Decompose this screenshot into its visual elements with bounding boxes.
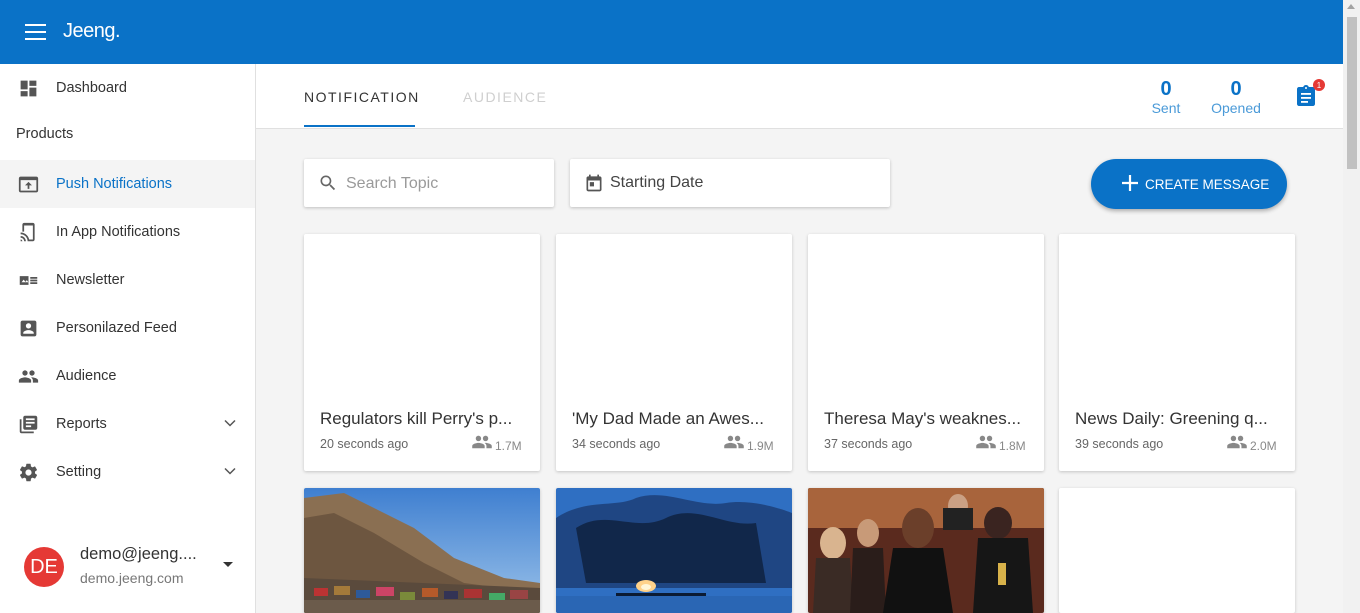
cast-icon	[20, 222, 35, 242]
notification-card[interactable]: 'My Dad Made an Awes... 34 seconds ago 1…	[556, 234, 792, 471]
create-message-button[interactable]: CREATE MESSAGE	[1091, 159, 1287, 209]
opened-count: 0	[1230, 78, 1242, 100]
contact-card-icon	[20, 320, 37, 337]
notification-card[interactable]	[1059, 488, 1295, 613]
card-time: 37 seconds ago	[824, 437, 913, 451]
user-account[interactable]: DE demo@jeeng.... demo.jeeng.com	[0, 530, 255, 613]
burning-ship-photo	[556, 488, 792, 613]
notification-card[interactable]	[304, 488, 540, 613]
tabs-bar: NOTIFICATION AUDIENCE 0 Sent 0 Opened 1	[256, 64, 1343, 129]
notification-card[interactable]: Regulators kill Perry's p... 20 seconds …	[304, 234, 540, 471]
sidebar-item-label: In App Notifications	[56, 224, 181, 240]
notification-badge: 1	[1313, 79, 1325, 91]
sidebar-item-personalized-feed[interactable]: Personilazed Feed	[0, 304, 255, 352]
notification-card[interactable]: News Daily: Greening q... 39 seconds ago…	[1059, 234, 1295, 471]
starting-date-field[interactable]: Starting Date	[570, 159, 890, 207]
sidebar-item-label: Push Notifications	[56, 176, 173, 192]
top-app-bar: Jeeng.	[0, 0, 1343, 64]
create-message-label: CREATE MESSAGE	[1145, 177, 1270, 192]
chevron-down-icon[interactable]	[224, 417, 236, 429]
sidebar-item-push-notifications[interactable]: Push Notifications	[0, 160, 255, 208]
tab-notification[interactable]: NOTIFICATION	[304, 89, 420, 105]
sent-label: Sent	[1151, 100, 1181, 116]
sent-count: 0	[1160, 78, 1172, 100]
scrollbar-thumb[interactable]	[1347, 17, 1357, 169]
sidebar-item-dashboard[interactable]: Dashboard	[0, 64, 255, 112]
card-audience-count: 1.7M	[495, 439, 522, 453]
people-icon	[472, 435, 492, 449]
sidebar-item-label: Newsletter	[56, 272, 125, 288]
sidebar-item-label: Dashboard	[56, 80, 127, 96]
red-carpet-photo	[808, 488, 1044, 613]
people-icon	[976, 435, 996, 449]
calendar-icon	[586, 174, 602, 192]
notification-card[interactable]	[808, 488, 1044, 613]
chevron-down-icon[interactable]	[224, 465, 236, 477]
tab-audience[interactable]: AUDIENCE	[463, 89, 547, 105]
page-scrollbar[interactable]	[1343, 0, 1360, 613]
dashboard-icon	[20, 80, 37, 97]
sidebar-item-in-app-notifications[interactable]: In App Notifications	[0, 208, 255, 256]
gear-icon	[19, 463, 38, 482]
date-label: Starting Date	[610, 174, 704, 191]
people-icon	[18, 370, 39, 383]
newsletter-icon	[19, 276, 38, 285]
reports-icon	[19, 415, 38, 434]
caret-down-icon[interactable]	[223, 562, 233, 567]
avatar[interactable]: DE	[24, 547, 64, 587]
search-input[interactable]	[344, 171, 538, 197]
sidebar-item-reports[interactable]: Reports	[0, 400, 255, 448]
menu-icon[interactable]	[25, 24, 46, 40]
search-icon	[320, 175, 336, 191]
search-field[interactable]	[304, 159, 554, 207]
user-domain: demo.jeeng.com	[80, 570, 184, 586]
sent-stat: 0 Sent	[1151, 78, 1181, 116]
sidebar-item-label: Audience	[56, 368, 117, 384]
opened-label: Opened	[1211, 100, 1261, 116]
sidebar-item-audience[interactable]: Audience	[0, 352, 255, 400]
card-title: Regulators kill Perry's p...	[320, 409, 513, 428]
card-title: Theresa May's weaknes...	[824, 409, 1021, 428]
sidebar-item-label: Reports	[56, 416, 107, 432]
scroll-up-arrow[interactable]	[1347, 4, 1355, 9]
card-audience-count: 1.8M	[999, 439, 1026, 453]
card-title: News Daily: Greening q...	[1075, 409, 1268, 428]
notification-card[interactable]: Theresa May's weaknes... 37 seconds ago …	[808, 234, 1044, 471]
sidebar-item-label: Setting	[56, 464, 102, 480]
card-time: 39 seconds ago	[1075, 437, 1164, 451]
sidebar-item-label: Personilazed Feed	[56, 320, 177, 336]
notification-card[interactable]	[556, 488, 792, 613]
people-icon	[1227, 435, 1247, 449]
sidebar-item-setting[interactable]: Setting	[0, 448, 255, 496]
user-email: demo@jeeng....	[80, 545, 197, 563]
people-icon	[724, 435, 744, 449]
push-notification-icon	[18, 176, 39, 193]
sidebar-item-newsletter[interactable]: Newsletter	[0, 256, 255, 304]
products-section-label: Products	[16, 126, 74, 142]
mountain-trucks-photo	[304, 488, 540, 613]
clipboard-icon[interactable]	[1297, 84, 1315, 106]
app-logo[interactable]: Jeeng.	[63, 20, 121, 43]
card-audience-count: 2.0M	[1250, 439, 1277, 453]
sidebar: Dashboard Products Push Notifications In…	[0, 64, 256, 613]
opened-stat: 0 Opened	[1208, 78, 1264, 116]
plus-icon	[1122, 175, 1138, 191]
card-audience-count: 1.9M	[747, 439, 774, 453]
active-tab-indicator	[304, 125, 415, 127]
card-title: 'My Dad Made an Awes...	[572, 409, 764, 428]
card-time: 20 seconds ago	[320, 437, 409, 451]
card-time: 34 seconds ago	[572, 437, 661, 451]
